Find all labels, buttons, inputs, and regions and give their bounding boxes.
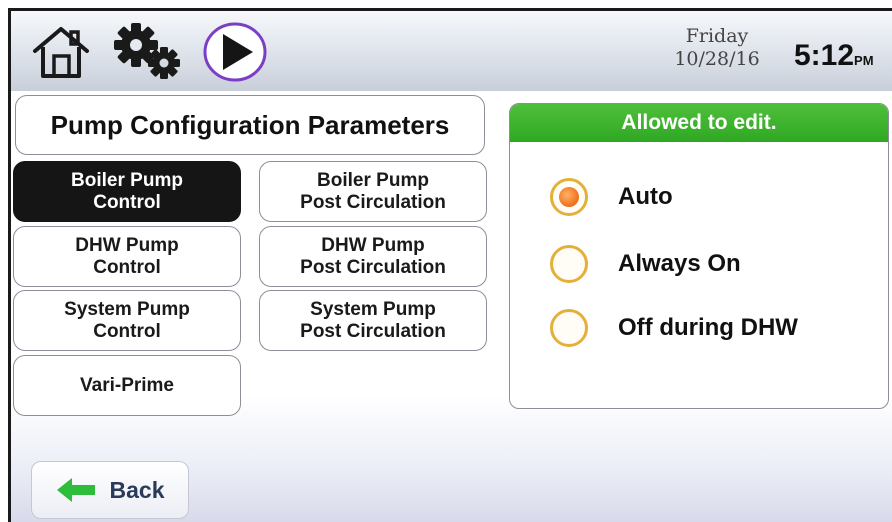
- panel-header: Allowed to edit.: [510, 104, 888, 142]
- menu-dhw-pump-control[interactable]: DHW Pump Control: [13, 226, 241, 287]
- menu-system-pump-post-circulation[interactable]: System Pump Post Circulation: [259, 290, 487, 351]
- menu-label-line1: Boiler Pump: [71, 169, 183, 191]
- radio-button[interactable]: [550, 309, 588, 347]
- menu-boiler-pump-post-circulation[interactable]: Boiler Pump Post Circulation: [259, 161, 487, 222]
- menu-label-line2: Post Circulation: [300, 191, 446, 213]
- menu-label-line2: Control: [93, 191, 161, 213]
- menu-label-line2: Control: [93, 256, 161, 278]
- time-label: 5:12: [794, 39, 855, 72]
- radio-button[interactable]: [550, 178, 588, 216]
- home-button[interactable]: [25, 19, 97, 85]
- option-always-on[interactable]: Always On: [550, 245, 741, 283]
- menu-label-line1: Vari-Prime: [80, 374, 174, 396]
- menu-boiler-pump-control[interactable]: Boiler Pump Control: [13, 161, 241, 222]
- menu-label-line1: DHW Pump: [75, 234, 179, 256]
- option-auto[interactable]: Auto: [550, 178, 673, 216]
- date-label: 10/28/16: [674, 48, 760, 70]
- menu-label-line1: System Pump: [310, 298, 436, 320]
- back-label: Back: [109, 476, 165, 503]
- menu-vari-prime[interactable]: Vari-Prime: [13, 355, 241, 416]
- option-off-during-dhw[interactable]: Off during DHW: [550, 309, 798, 347]
- menu-label-line1: Boiler Pump: [317, 169, 429, 191]
- menu-dhw-pump-post-circulation[interactable]: DHW Pump Post Circulation: [259, 226, 487, 287]
- menu-label-line2: Post Circulation: [300, 320, 446, 342]
- top-bar: Friday 10/28/16 5:12PM: [11, 11, 892, 91]
- option-label: Always On: [618, 250, 741, 277]
- settings-button[interactable]: [107, 19, 187, 85]
- back-arrow-icon: [56, 477, 96, 503]
- radio-button[interactable]: [550, 245, 588, 283]
- day-label: Friday: [685, 25, 749, 47]
- date-display: Friday 10/28/16: [669, 25, 765, 71]
- ampm-label: PM: [854, 53, 874, 68]
- menu-label-line1: System Pump: [64, 298, 190, 320]
- option-label: Off during DHW: [618, 314, 798, 341]
- back-button[interactable]: Back: [31, 461, 189, 519]
- menu-system-pump-control[interactable]: System Pump Control: [13, 290, 241, 351]
- touchscreen: Friday 10/28/16 5:12PM Pump Configuratio…: [8, 8, 892, 522]
- gear-icon: [114, 23, 180, 79]
- option-label: Auto: [618, 183, 673, 210]
- menu-label-line2: Control: [93, 320, 161, 342]
- home-icon: [33, 27, 89, 78]
- clock: 5:12PM: [794, 39, 874, 73]
- page-title: Pump Configuration Parameters: [15, 95, 485, 155]
- menu-label-line2: Post Circulation: [300, 256, 446, 278]
- menu-label-line1: DHW Pump: [321, 234, 425, 256]
- play-icon: [203, 22, 267, 82]
- play-button[interactable]: [195, 19, 275, 85]
- radio-selected-dot: [559, 187, 579, 207]
- main-content: Pump Configuration Parameters Boiler Pum…: [11, 91, 892, 522]
- options-panel: Allowed to edit. Auto Always On Off duri…: [509, 103, 889, 409]
